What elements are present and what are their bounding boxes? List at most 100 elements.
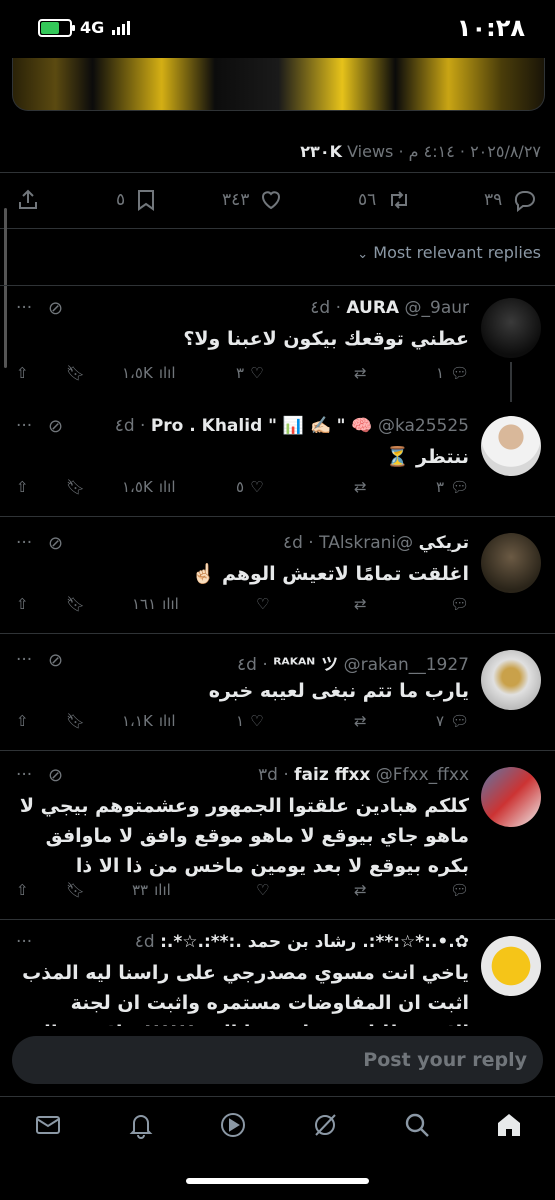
share-icon[interactable]: ⇧ (16, 478, 29, 496)
grok-icon[interactable]: ⊘ (48, 765, 63, 786)
share-icon[interactable]: ⇧ (16, 595, 29, 613)
home-icon[interactable] (495, 1111, 523, 1139)
more-options-icon[interactable]: ··· (16, 765, 32, 785)
retweet-count: ٥٦ (358, 190, 377, 210)
avatar[interactable] (481, 767, 541, 827)
avatar[interactable] (481, 936, 541, 996)
grok-icon[interactable]: ⊘ (48, 533, 63, 554)
sort-label: Most relevant replies (373, 243, 541, 262)
retweet-button[interactable]: ⇄ (354, 712, 367, 730)
bookmark-icon[interactable]: 🔖︎ (66, 478, 85, 496)
like-button[interactable]: ٣ ♡ (236, 364, 264, 382)
reply-compose-input[interactable]: Post your reply (12, 1036, 543, 1084)
reply-actions: ⇧ 🔖︎ ١،٥K ılıl ٥ ♡ ⇄ ٣ 💬︎ (0, 472, 555, 510)
avatar[interactable] (481, 298, 541, 358)
like-count: ٣ (236, 364, 245, 382)
reply-button[interactable]: ٣ 💬︎ (436, 478, 469, 496)
views-button[interactable]: ٣٣ ılıl (132, 881, 171, 899)
bookmark-icon[interactable]: 🔖︎ (66, 881, 85, 899)
more-options-icon[interactable]: ··· (16, 416, 32, 436)
bookmark-icon[interactable]: 🔖︎ (66, 595, 85, 613)
search-icon[interactable] (403, 1111, 431, 1139)
video-icon[interactable] (219, 1111, 247, 1139)
messages-icon[interactable] (34, 1111, 62, 1139)
notifications-icon[interactable] (127, 1111, 155, 1139)
more-options-icon[interactable]: ··· (16, 533, 32, 553)
retweet-icon: ⇄ (354, 595, 367, 613)
reply-button[interactable]: 💬︎ (450, 881, 469, 899)
reply-icon: 💬︎ (450, 881, 470, 899)
battery-icon (38, 18, 75, 37)
tweet-image[interactable] (12, 58, 545, 111)
grok-icon[interactable] (311, 1111, 339, 1139)
bookmark-icon[interactable]: 🔖︎ (66, 364, 85, 382)
share-icon[interactable]: ⇧ (16, 712, 29, 730)
network-label: 4G (80, 18, 105, 37)
grok-icon[interactable]: ⊘ (48, 416, 63, 437)
reply-header: تريكي @TAlskrani · ٤d (282, 533, 469, 553)
retweet-icon: ⇄ (354, 712, 367, 730)
reply-item[interactable]: تريكي @TAlskrani · ٤d ··· ⊘ اغلقت تمامًا… (0, 517, 555, 633)
reply-button[interactable]: ١ 💬︎ (436, 364, 469, 382)
like-button[interactable]: ♡ (256, 595, 269, 613)
share-icon[interactable]: ⇧ (16, 881, 29, 899)
retweet-button[interactable]: ⇄ (354, 881, 367, 899)
like-button[interactable]: ٣٤٣ (222, 188, 283, 212)
share-button[interactable] (16, 188, 40, 212)
reply-text: ننتظر ⏳ (385, 446, 469, 468)
reply-handle: @Ffxx_ffxx (375, 765, 469, 785)
retweet-button[interactable]: ⇄ (354, 364, 367, 382)
views-count: ٢٣٠K (300, 142, 342, 161)
reply-actions: ⇧ 🔖︎ ١٦١ ılıl ♡ ⇄ 💬︎ (0, 589, 555, 627)
avatar[interactable] (481, 416, 541, 476)
like-button[interactable]: ٥ ♡ (236, 478, 264, 496)
home-indicator (186, 1178, 369, 1184)
reply-author-name: faiz ffxx (294, 765, 371, 785)
like-button[interactable]: ١ ♡ (236, 712, 264, 730)
more-options-icon[interactable]: ··· (16, 650, 32, 670)
heart-icon: ♡ (250, 712, 264, 730)
share-icon[interactable]: ⇧ (16, 364, 29, 382)
reply-button[interactable]: ٣٩ (484, 188, 538, 212)
grok-icon[interactable]: ⊘ (48, 298, 63, 319)
reply-time: ٤d (282, 533, 303, 553)
sort-replies-button[interactable]: ⌄ Most relevant replies (357, 243, 541, 262)
reply-text: اغلقت تمامًا لاتعيش الوهم ☝🏻 (191, 563, 469, 585)
like-count: ١ (236, 712, 245, 730)
reply-button[interactable]: ٧ 💬︎ (436, 712, 469, 730)
retweet-button[interactable]: ⇄ (354, 478, 367, 496)
views-icon: ılıl (158, 364, 176, 382)
reply-text: كلكم هبادين علقتوا الجمهور وعشمتوهم بيجي… (19, 795, 469, 877)
avatar[interactable] (481, 533, 541, 593)
reply-text: يارب ما تتم نبغى لعيبه خبره (208, 680, 469, 702)
reply-text: ياخي انت مسوي مصدرجي على راسنا ليه المذب… (22, 962, 469, 1026)
more-options-icon[interactable]: ··· (16, 298, 32, 318)
reply-item[interactable]: ᴿᴬᴷᴬᴺ ツ @rakan__1927 · ٤d ··· ⊘ يارب ما … (0, 634, 555, 750)
reply-button[interactable]: 💬︎ (450, 595, 469, 613)
reply-handle: @ka25525 (377, 416, 469, 436)
views-count: ١،١K (122, 712, 153, 730)
views-count: ١٦١ (132, 595, 157, 613)
reply-actions: ⇧ 🔖︎ ٣٣ ılıl ♡ ⇄ 💬︎ (0, 875, 555, 913)
views-button[interactable]: ١،٥K ılıl (122, 478, 175, 496)
avatar[interactable] (481, 650, 541, 710)
views-button[interactable]: ١،١K ılıl (122, 712, 175, 730)
tweet-date: ٢٠٢٥/٨/٢٧ · ٤:١٤ م · (393, 142, 541, 161)
reply-item[interactable]: AURA @_9aur · ٤d ··· ⊘ عطني توقعك بيكون … (0, 286, 555, 402)
bookmark-button[interactable]: ٥ (116, 188, 157, 212)
like-button[interactable]: ♡ (256, 881, 269, 899)
retweet-button[interactable]: ⇄ (354, 595, 367, 613)
heart-icon: ♡ (250, 364, 264, 382)
more-options-icon[interactable]: ··· (16, 932, 32, 952)
reply-time: ٣d (258, 765, 278, 785)
views-button[interactable]: ١٦١ ılıl (132, 595, 179, 613)
bookmark-icon[interactable]: 🔖︎ (66, 712, 85, 730)
views-button[interactable]: ١،٥K ılıl (122, 364, 175, 382)
reply-item[interactable]: Pro . Khalid " 📊 ✍🏻 " 🧠 @ka25525 · ٤d ··… (0, 398, 555, 516)
retweet-icon: ⇄ (354, 478, 367, 496)
reply-item[interactable]: faiz ffxx @Ffxx_ffxx · ٣d ··· ⊘ كلكم هبا… (0, 751, 555, 919)
reply-item[interactable]: ✿.•.:*☆:**:. رشاد بن حمد .:**:.☆*.: ٤d ·… (0, 920, 555, 1026)
grok-icon[interactable]: ⊘ (48, 650, 63, 671)
chevron-down-icon: ⌄ (357, 247, 369, 262)
retweet-button[interactable]: ٥٦ (358, 188, 412, 212)
